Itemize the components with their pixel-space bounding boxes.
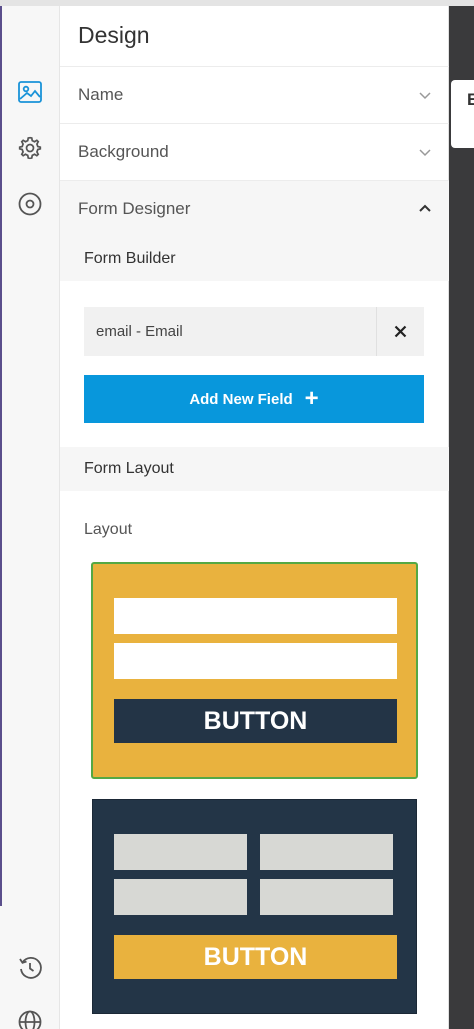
layout-preview-button: BUTTON [114, 699, 397, 743]
target-icon[interactable] [16, 190, 44, 218]
layout-option-1[interactable]: BUTTON [91, 562, 418, 779]
rail-accent-line [0, 6, 2, 906]
close-icon [394, 325, 407, 338]
image-icon[interactable] [16, 78, 44, 106]
right-panel-tab[interactable]: E [451, 80, 474, 148]
form-field-label[interactable]: email - Email [84, 307, 376, 356]
chevron-up-icon [419, 204, 431, 212]
form-layout-title: Form Layout [84, 460, 174, 477]
layout-preview-input [114, 834, 247, 870]
accordion-form-designer[interactable]: Form Designer [60, 180, 449, 237]
accordion-form-designer-label: Form Designer [78, 199, 191, 218]
accordion-name-label: Name [78, 85, 124, 104]
history-icon[interactable] [16, 954, 44, 982]
add-new-field-label: Add New Field [189, 390, 293, 408]
chevron-down-icon [419, 149, 431, 157]
layout-option-2[interactable]: BUTTON [92, 799, 417, 1014]
form-builder-header: Form Builder [60, 237, 449, 281]
accordion-name[interactable]: Name [60, 66, 449, 123]
right-panel-tab-text: E [467, 90, 474, 109]
canvas-area [449, 6, 474, 1029]
layout-label: Layout [84, 521, 133, 538]
design-panel: Design Name Background Form Designer For… [60, 6, 449, 1029]
add-new-field-button[interactable]: Add New Field + [84, 375, 424, 423]
layout-preview-input [114, 598, 397, 634]
layout-preview-input [114, 879, 247, 915]
accordion-background[interactable]: Background [60, 123, 449, 180]
layout-preview-input [260, 834, 393, 870]
layout-preview-input [114, 643, 397, 679]
app-window: Design Name Background Form Designer For… [0, 0, 474, 1029]
layout-preview-button: BUTTON [114, 935, 397, 979]
globe-icon[interactable] [16, 1008, 44, 1029]
form-field-row: email - Email [84, 307, 424, 356]
chevron-down-icon [419, 92, 431, 100]
gear-icon[interactable] [16, 134, 44, 162]
form-layout-header: Form Layout [60, 447, 449, 491]
panel-title: Design [78, 22, 150, 48]
icon-rail [0, 6, 60, 1029]
accordion-background-label: Background [78, 142, 169, 161]
layout-preview-input [260, 879, 393, 915]
plus-icon: + [304, 385, 319, 412]
form-builder-title: Form Builder [84, 250, 176, 267]
remove-field-button[interactable] [376, 307, 424, 356]
